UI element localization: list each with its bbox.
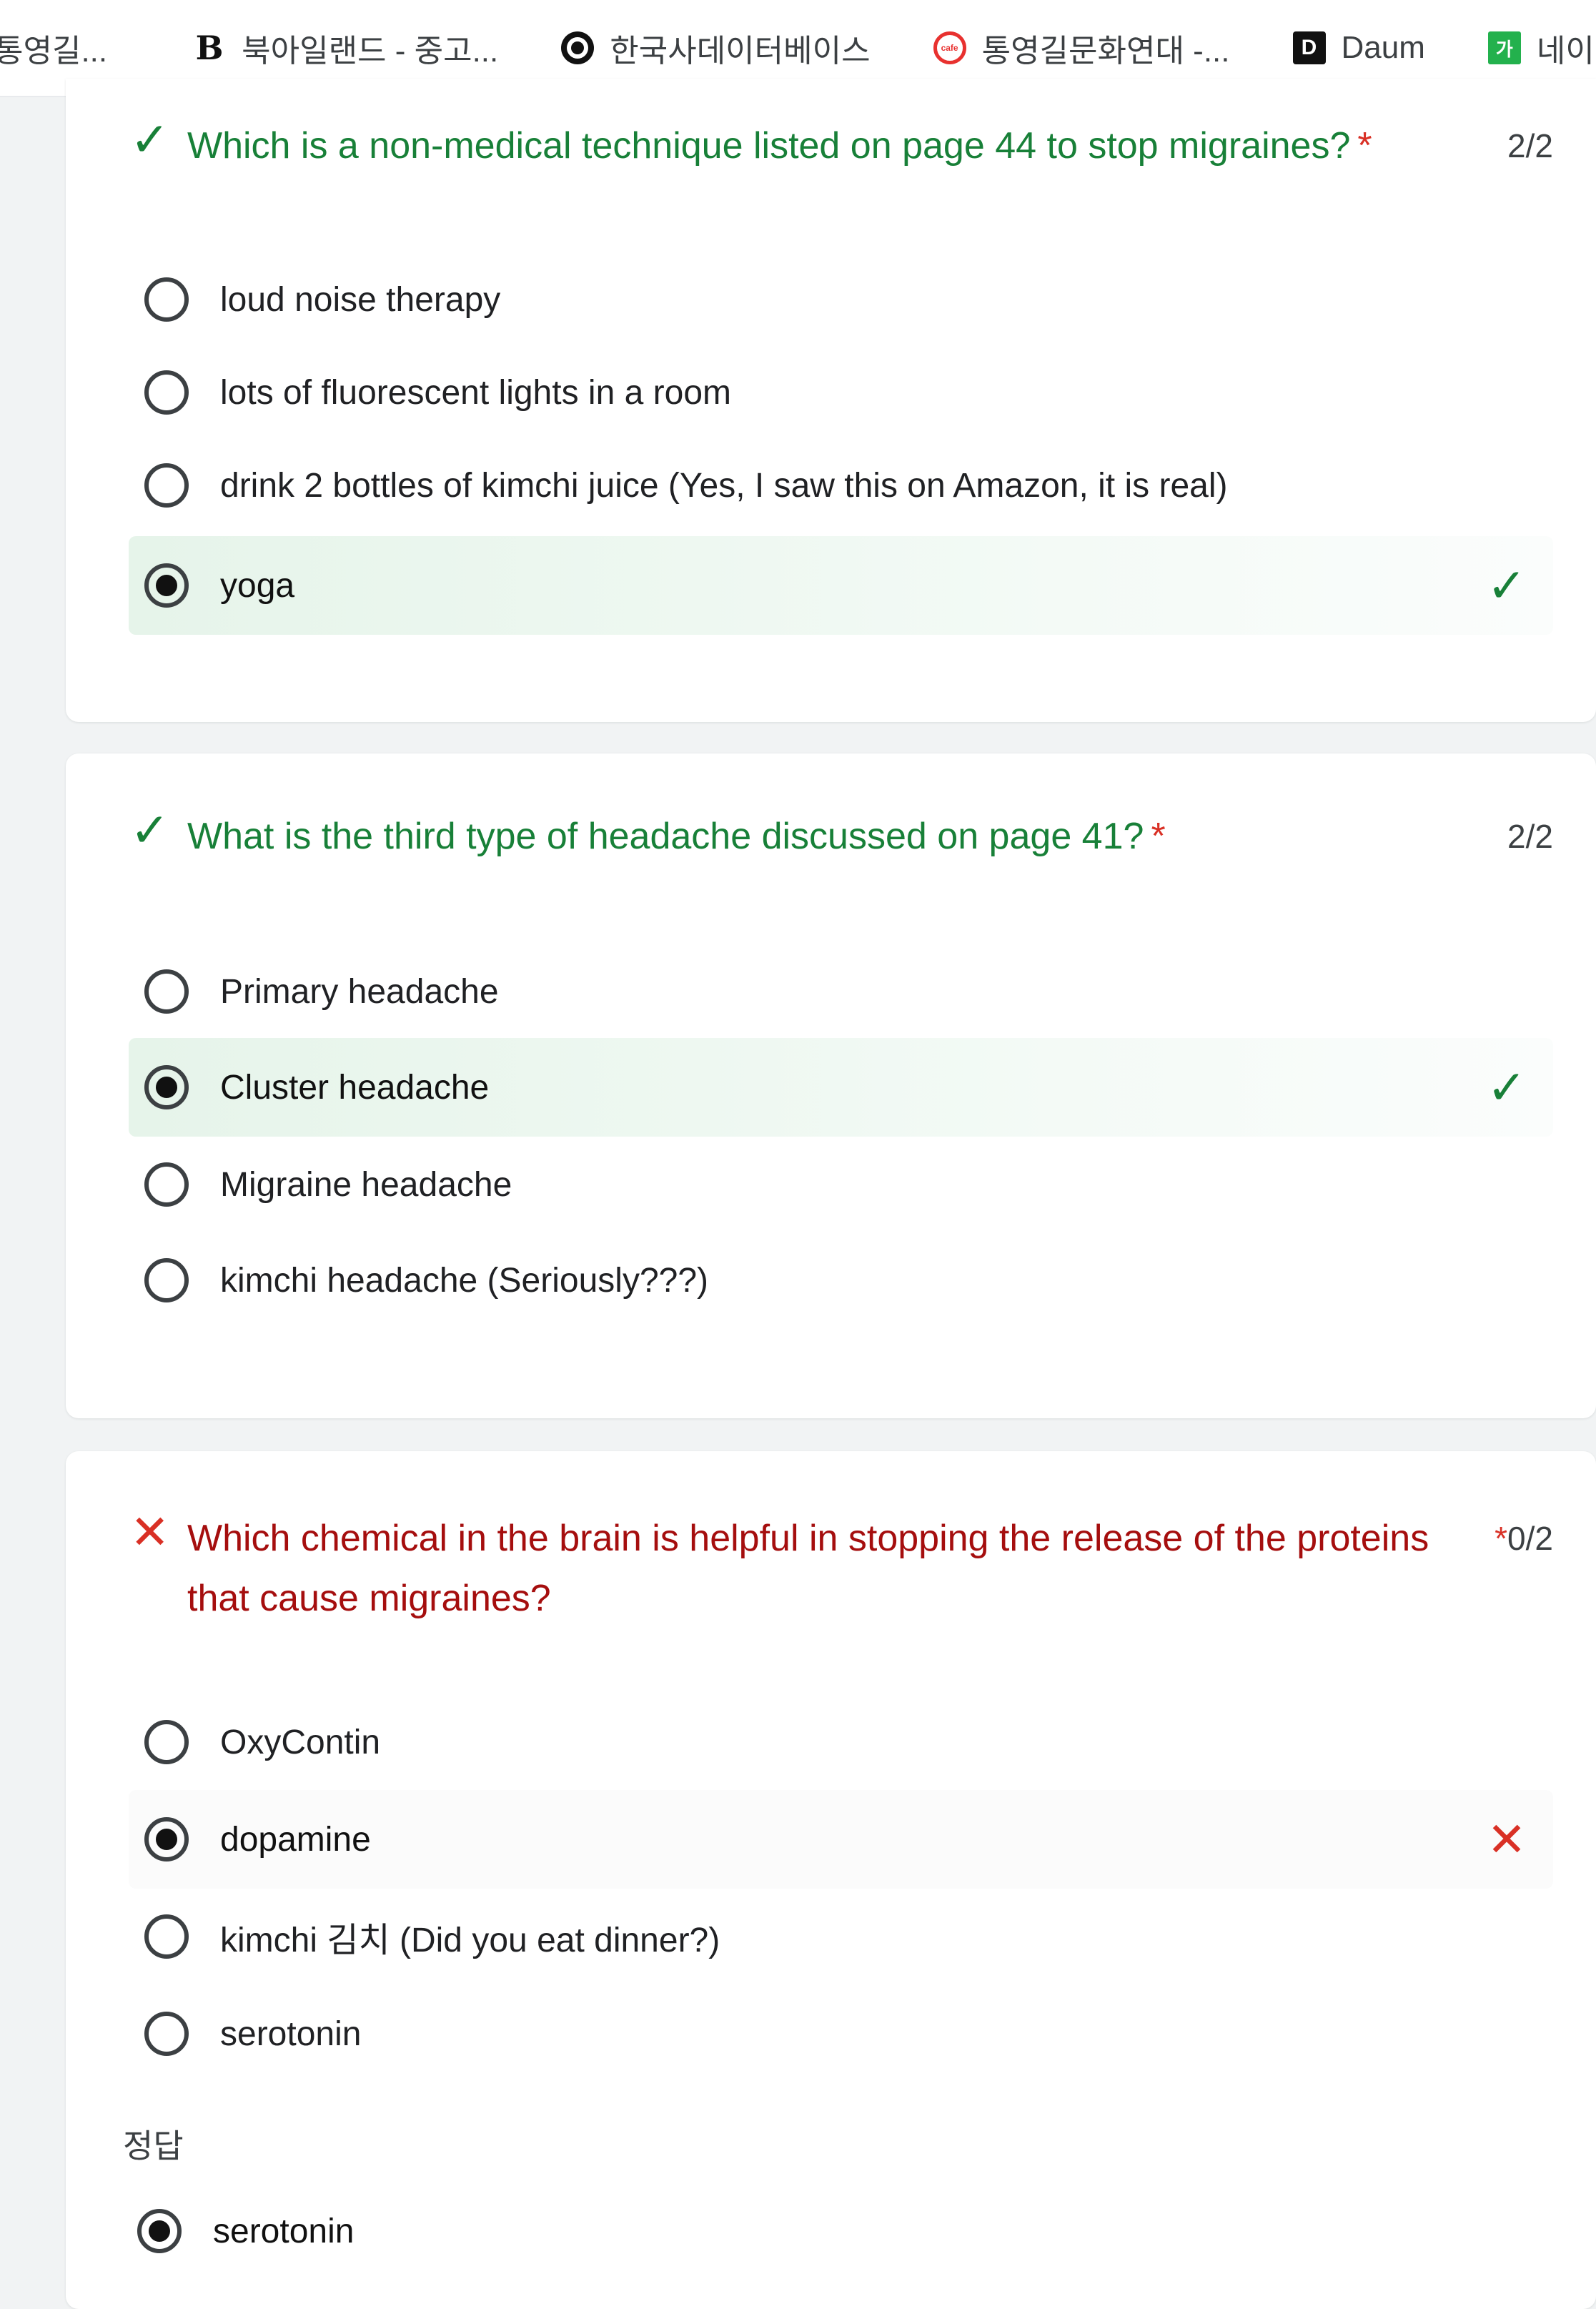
answer-option[interactable]: lots of fluorescent lights in a room bbox=[129, 343, 1553, 442]
answer-option[interactable]: kimchi headache (Seriously???) bbox=[129, 1231, 1553, 1330]
answer-option-selected[interactable]: Cluster headache ✓ bbox=[129, 1038, 1553, 1137]
correct-answer-option: serotonin bbox=[122, 2182, 1553, 2280]
korea-emblem-icon bbox=[561, 31, 595, 64]
required-asterisk: * bbox=[1357, 125, 1372, 167]
question-header: ✓ Which is a non-medical technique liste… bbox=[130, 116, 1553, 176]
question-title: Which chemical in the brain is helpful i… bbox=[187, 1518, 1429, 1619]
radio-button[interactable] bbox=[144, 969, 189, 1014]
option-label: kimchi 김치 (Did you eat dinner?) bbox=[220, 1922, 720, 1959]
option-label: lots of fluorescent lights in a room bbox=[220, 373, 732, 412]
option-label: Primary headache bbox=[220, 972, 499, 1011]
question-header: ✓ What is the third type of headache dis… bbox=[130, 806, 1553, 866]
answer-option[interactable]: kimchi 김치 (Did you eat dinner?) bbox=[129, 1887, 1553, 1986]
radio-button[interactable] bbox=[144, 370, 189, 415]
option-label: OxyContin bbox=[220, 1723, 381, 1761]
bookmark-label: 한국사데이터베이스 bbox=[610, 34, 871, 69]
answer-option[interactable]: OxyContin bbox=[129, 1693, 1553, 1791]
correct-answer-label: 정답 bbox=[123, 2127, 184, 2165]
question-header: ✕ Which chemical in the brain is helpful… bbox=[130, 1508, 1553, 1628]
bookmark-label: 북아일랜드 - 중고... bbox=[242, 34, 499, 69]
bookmark-tongyeong[interactable]: 통영길... bbox=[0, 25, 107, 71]
question-score: *0/2 bbox=[1495, 1520, 1553, 1557]
answer-option[interactable]: Migraine headache bbox=[129, 1135, 1553, 1234]
bookmark-tongyeong-cafe[interactable]: cafe 통영길문화연대 -... bbox=[933, 25, 1230, 71]
bookmark-daum[interactable]: D Daum bbox=[1292, 30, 1425, 66]
radio-button[interactable] bbox=[144, 1162, 189, 1207]
question-title: Which is a non-medical technique listed … bbox=[187, 125, 1372, 167]
option-label: drink 2 bottles of kimchi juice (Yes, I … bbox=[220, 466, 1228, 505]
question-title: What is the third type of headache discu… bbox=[187, 816, 1166, 857]
required-asterisk: * bbox=[1495, 1520, 1508, 1557]
answer-option[interactable]: loud noise therapy bbox=[129, 250, 1553, 349]
option-label: serotonin bbox=[220, 2014, 362, 2053]
b-icon: B bbox=[195, 29, 224, 67]
bookmark-label: Daum bbox=[1341, 30, 1425, 65]
bookmark-northern-ireland[interactable]: B 북아일랜드 - 중고... bbox=[193, 25, 499, 71]
answer-option[interactable]: Primary headache bbox=[129, 942, 1553, 1041]
question-card: ✓ Which is a non-medical technique liste… bbox=[66, 79, 1596, 722]
radio-button[interactable] bbox=[144, 1914, 189, 1959]
answer-option[interactable]: drink 2 bottles of kimchi juice (Yes, I … bbox=[129, 436, 1553, 535]
option-label: Migraine headache bbox=[220, 1165, 512, 1204]
bookmark-naver[interactable]: 가 네이 bbox=[1487, 25, 1595, 71]
radio-button[interactable] bbox=[144, 1720, 189, 1764]
option-label: yoga bbox=[220, 566, 295, 605]
radio-button-selected[interactable] bbox=[144, 563, 189, 608]
daum-icon: D bbox=[1292, 31, 1326, 64]
question-card: ✓ What is the third type of headache dis… bbox=[66, 753, 1596, 1418]
required-asterisk: * bbox=[1151, 816, 1166, 857]
answer-option[interactable]: serotonin bbox=[129, 1984, 1553, 2083]
cross-icon: ✕ bbox=[130, 1505, 170, 1558]
answer-option-selected[interactable]: dopamine ✕ bbox=[129, 1790, 1553, 1889]
option-label: loud noise therapy bbox=[220, 280, 501, 319]
option-label: Cluster headache bbox=[220, 1068, 490, 1107]
check-icon: ✓ bbox=[130, 113, 170, 166]
check-icon: ✓ bbox=[1487, 1060, 1527, 1114]
radio-button-selected[interactable] bbox=[144, 1817, 189, 1861]
question-score: 2/2 bbox=[1507, 127, 1553, 164]
naver-icon: 가 bbox=[1487, 31, 1521, 64]
bookmark-label: 통영길문화연대 -... bbox=[981, 34, 1230, 69]
radio-button[interactable] bbox=[144, 463, 189, 508]
cross-icon: ✕ bbox=[1487, 1812, 1527, 1866]
question-score: 2/2 bbox=[1507, 818, 1553, 855]
radio-button-selected bbox=[137, 2209, 182, 2253]
option-label: dopamine bbox=[220, 1820, 371, 1859]
check-icon: ✓ bbox=[130, 804, 170, 856]
cafe-icon: cafe bbox=[933, 31, 966, 64]
bookmark-korean-history-db[interactable]: 한국사데이터베이스 bbox=[561, 25, 871, 71]
radio-button-selected[interactable] bbox=[144, 1065, 189, 1109]
radio-button[interactable] bbox=[144, 1258, 189, 1302]
option-label: kimchi headache (Seriously???) bbox=[220, 1261, 709, 1300]
bookmark-label: 통영길... bbox=[0, 34, 108, 69]
radio-button[interactable] bbox=[144, 277, 189, 322]
option-label: serotonin bbox=[213, 2212, 355, 2250]
radio-button[interactable] bbox=[144, 2012, 189, 2056]
bookmark-label: 네이 bbox=[1536, 34, 1595, 69]
question-card: ✕ Which chemical in the brain is helpful… bbox=[66, 1451, 1596, 2309]
answer-option-selected[interactable]: yoga ✓ bbox=[129, 536, 1553, 635]
check-icon: ✓ bbox=[1487, 558, 1527, 612]
